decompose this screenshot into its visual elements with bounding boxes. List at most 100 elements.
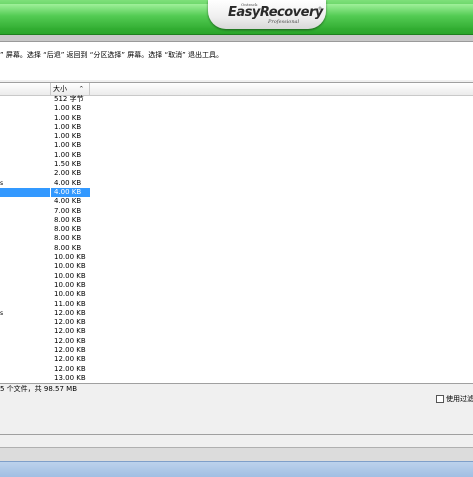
file-size-cell: 2.00 KB [54,169,82,178]
file-name-cell [0,225,50,234]
file-size-cell: 12.00 KB [54,355,86,364]
file-size-cell: 4.00 KB [54,178,82,187]
bottom-taskbar [0,461,473,477]
file-name-cell [0,290,50,299]
table-row[interactable]: 1.00 KB [0,141,473,150]
file-name-cell [0,300,50,309]
file-name-cell [0,374,50,383]
table-row[interactable]: 11.00 KB [0,300,473,309]
filter-checkbox[interactable] [436,395,444,403]
file-size-cell: 10.00 KB [54,280,86,289]
file-name-cell [0,346,50,355]
file-name-cell [0,187,50,198]
file-size-cell: 1.00 KB [54,104,82,113]
column-header-name[interactable] [0,83,51,95]
file-name-cell [0,327,50,336]
logo-trademark: ® [318,6,322,11]
table-row[interactable]: 12.00 KB [0,355,473,364]
table-row[interactable]: 8.00 KB [0,244,473,253]
file-size-cell: 12.00 KB [54,308,86,317]
table-row[interactable]: 10.00 KB [0,262,473,271]
table-row[interactable]: 12.00 KB [0,365,473,374]
table-row[interactable]: 12.00 KB [0,318,473,327]
file-size-cell: 512 字节 [54,95,84,103]
table-row[interactable]: 10.00 KB [0,281,473,290]
file-size-cell: 7.00 KB [54,206,82,215]
sort-arrow-icon: ^ [79,86,84,92]
file-size-cell: 10.00 KB [54,271,86,280]
table-row[interactable]: 2.00 KB [0,169,473,178]
filter-option[interactable]: 使用过滤 [436,394,473,404]
table-row[interactable]: 4.00 KB [0,187,473,198]
file-size-cell: 1.00 KB [54,113,82,122]
file-name-cell [0,160,50,169]
file-size-cell: 8.00 KB [54,225,82,234]
table-row[interactable]: 512 字节 [0,95,473,104]
table-row[interactable]: 8.00 KB [0,234,473,243]
file-name-cell [0,272,50,281]
file-name-cell [0,151,50,160]
file-size-cell: 12.00 KB [54,318,86,327]
table-row[interactable]: 12.00 KB [0,327,473,336]
button-bar [0,447,473,462]
table-row[interactable]: 10.00 KB [0,290,473,299]
table-row[interactable]: 1.00 KB [0,114,473,123]
table-row[interactable]: 10.00 KB [0,253,473,262]
file-size-cell: 10.00 KB [54,262,86,271]
file-list-rows: 512 字节 1.00 KB 1.00 KB 1.00 KB 1.00 KB 1.00 K… [0,95,473,383]
table-row[interactable]: 13.00 KB [0,374,473,383]
file-name-cell [0,197,50,206]
table-row[interactable]: 4.00 KB [0,197,473,206]
file-size-cell: 8.00 KB [54,215,82,224]
file-size-cell: 1.00 KB [54,122,82,131]
file-list[interactable]: 大小 ^ 512 字节 1.00 KB 1.00 KB 1.00 KB 1.00 KB 1… [0,82,473,384]
file-size-cell: 1.00 KB [54,150,82,159]
file-name-cell [0,244,50,253]
file-name-fragment: s [0,309,4,317]
status-summary: 5 个文件，共 98.57 MB [0,385,78,393]
file-size-cell: 4.00 KB [51,187,90,198]
file-name-cell [0,281,50,290]
table-row[interactable]: 1.00 KB [0,151,473,160]
table-row[interactable]: 7.00 KB [0,207,473,216]
table-row[interactable]: 1.00 KB [0,132,473,141]
column-header-size[interactable]: 大小 ^ [51,83,90,95]
file-name-cell [0,114,50,123]
file-name-cell [0,123,50,132]
file-size-cell: 1.00 KB [54,141,82,150]
file-name-cell [0,355,50,364]
file-size-cell: 1.00 KB [54,132,82,141]
file-name-cell [0,234,50,243]
table-row[interactable]: 8.00 KB [0,225,473,234]
file-size-cell: 12.00 KB [54,336,86,345]
table-row[interactable]: 1.00 KB [0,123,473,132]
file-name-cell: s [0,179,50,188]
file-size-cell: 13.00 KB [54,373,86,382]
column-header-size-label: 大小 [53,85,67,93]
file-size-cell: 1.50 KB [54,160,82,169]
file-name-cell [0,141,50,150]
table-row[interactable]: s 4.00 KB [0,179,473,188]
file-size-cell: 10.00 KB [54,290,86,299]
file-name-cell [0,337,50,346]
file-name-cell [0,216,50,225]
file-name-cell [0,318,50,327]
footer-divider [0,434,473,435]
table-row[interactable]: 10.00 KB [0,272,473,281]
file-name-fragment: s [0,179,4,187]
file-name-cell [0,104,50,113]
file-size-cell: 10.00 KB [54,253,86,262]
table-row[interactable]: 1.00 KB [0,104,473,113]
table-row[interactable]: s 12.00 KB [0,309,473,318]
file-name-cell [0,253,50,262]
easyrecovery-window: Ontrack EasyRecovery ® Professional ” 屏幕… [0,0,473,477]
file-name-cell [0,95,50,104]
table-row[interactable]: 1.50 KB [0,160,473,169]
file-name-cell [0,132,50,141]
file-size-cell: 12.00 KB [54,346,86,355]
table-row[interactable]: 12.00 KB [0,346,473,355]
instruction-panel [0,42,473,80]
table-row[interactable]: 8.00 KB [0,216,473,225]
file-name-cell [0,365,50,374]
table-row[interactable]: 12.00 KB [0,337,473,346]
